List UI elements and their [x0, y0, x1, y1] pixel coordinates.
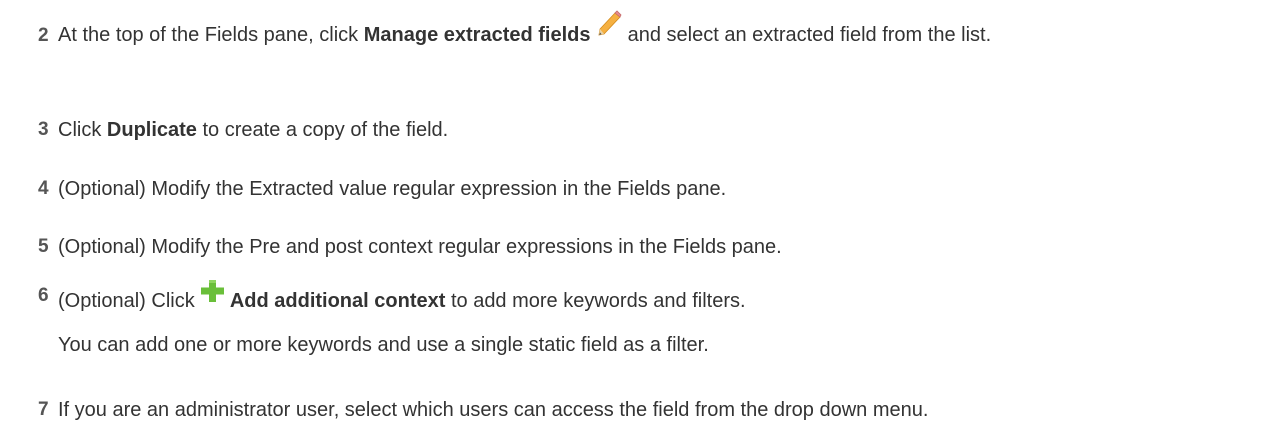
step-text-post: and select an extracted field from the l… [627, 24, 992, 46]
step-text-pre: Click [58, 119, 102, 141]
manage-extracted-fields-label: Manage extracted fields [363, 24, 591, 46]
step-number: 2 [38, 25, 49, 46]
step-text-post: to add more keywords and filters. [450, 290, 746, 312]
step-text: If you are an administrator user, select… [58, 399, 929, 421]
pencil-icon [596, 9, 622, 50]
step-text-post: to create a copy of the field. [202, 119, 449, 141]
step-number: 5 [38, 236, 49, 257]
step-text: (Optional) Click Add additional context … [58, 280, 1258, 320]
step-number: 3 [38, 119, 49, 140]
step-number: 7 [38, 399, 49, 420]
plus-icon [200, 279, 225, 316]
duplicate-label: Duplicate [106, 119, 197, 141]
step-text: At the top of the Fields pane, click Man… [58, 10, 1258, 54]
step-text: (Optional) Modify the Extracted value re… [58, 178, 727, 200]
step-number: 6 [38, 285, 49, 306]
step-text-pre: (Optional) Click [58, 290, 195, 312]
step-text: Click Duplicate to create a copy of the … [58, 112, 1258, 149]
step-number: 4 [38, 178, 49, 199]
step-text-pre: At the top of the Fields pane, click [58, 24, 359, 46]
step-text: (Optional) Modify the Pre and post conte… [58, 236, 782, 258]
step-note: You can add one or more keywords and use… [58, 334, 709, 356]
add-additional-context-label: Add additional context [229, 290, 446, 312]
